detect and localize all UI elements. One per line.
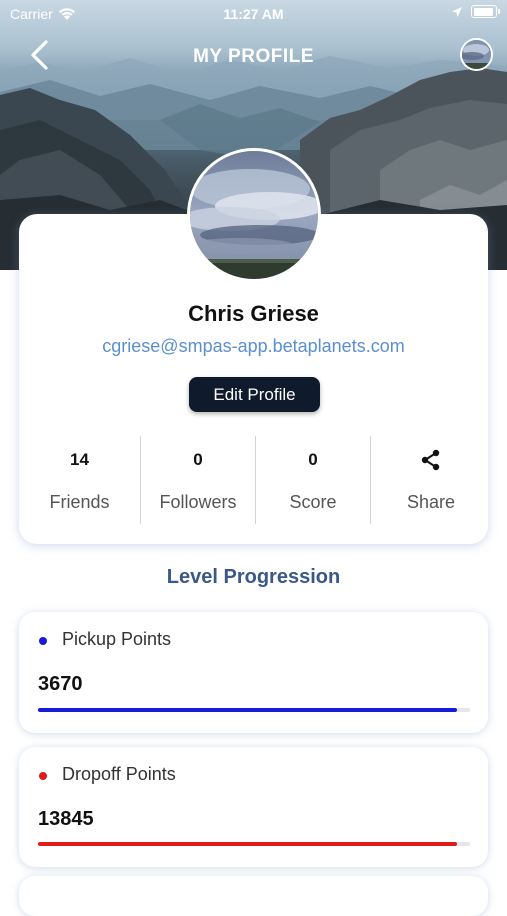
user-email[interactable]: cgriese@smpas-app.betaplanets.com xyxy=(0,336,507,357)
stat-value: 0 xyxy=(193,450,203,469)
nav-bar: MY PROFILE xyxy=(0,32,507,80)
battery-icon xyxy=(471,5,500,18)
clock: 11:27 AM xyxy=(223,6,284,22)
edit-profile-button[interactable]: Edit Profile xyxy=(189,377,320,412)
points-value: 13845 xyxy=(38,808,94,830)
progress-fill xyxy=(38,842,458,846)
stat-label: Followers xyxy=(159,492,237,512)
stat-score[interactable]: 0 Score xyxy=(255,436,370,524)
user-name: Chris Griese xyxy=(188,301,319,326)
pickup-points-card: Pickup Points 3670 xyxy=(19,612,488,733)
dropoff-points-card: Dropoff Points 13845 xyxy=(19,747,488,867)
level-card-partial xyxy=(19,876,488,916)
share-icon xyxy=(421,449,440,471)
pickup-dot xyxy=(39,637,47,645)
stat-label: Score xyxy=(289,492,337,512)
stat-value: 14 xyxy=(70,450,89,469)
avatar-cloud-image xyxy=(190,151,318,279)
stat-followers[interactable]: 0 Followers xyxy=(140,436,255,524)
status-bar: Carrier 11:27 AM xyxy=(0,0,507,30)
points-label: Dropoff Points xyxy=(62,764,176,784)
stat-label: Friends xyxy=(49,492,110,512)
points-value: 3670 xyxy=(38,673,83,695)
status-right-group xyxy=(451,5,500,18)
profile-avatar-mini[interactable] xyxy=(460,38,493,71)
avatar-cloud-image xyxy=(462,40,491,69)
dropoff-dot xyxy=(39,772,47,780)
progress-track xyxy=(38,842,470,846)
page-title: MY PROFILE xyxy=(193,46,314,67)
progress-fill xyxy=(38,708,458,712)
stat-label: Share xyxy=(406,492,456,512)
location-arrow-icon xyxy=(452,6,462,17)
level-progression-title: Level Progression xyxy=(166,566,341,588)
stat-friends[interactable]: 14 Friends xyxy=(19,436,140,524)
progress-track xyxy=(38,708,470,712)
share-button[interactable]: Share xyxy=(370,436,491,524)
profile-avatar[interactable] xyxy=(187,148,321,282)
stats-row: 14 Friends 0 Followers 0 Score Share xyxy=(19,436,488,524)
stat-value: 0 xyxy=(308,450,318,469)
points-label: Pickup Points xyxy=(62,629,172,649)
